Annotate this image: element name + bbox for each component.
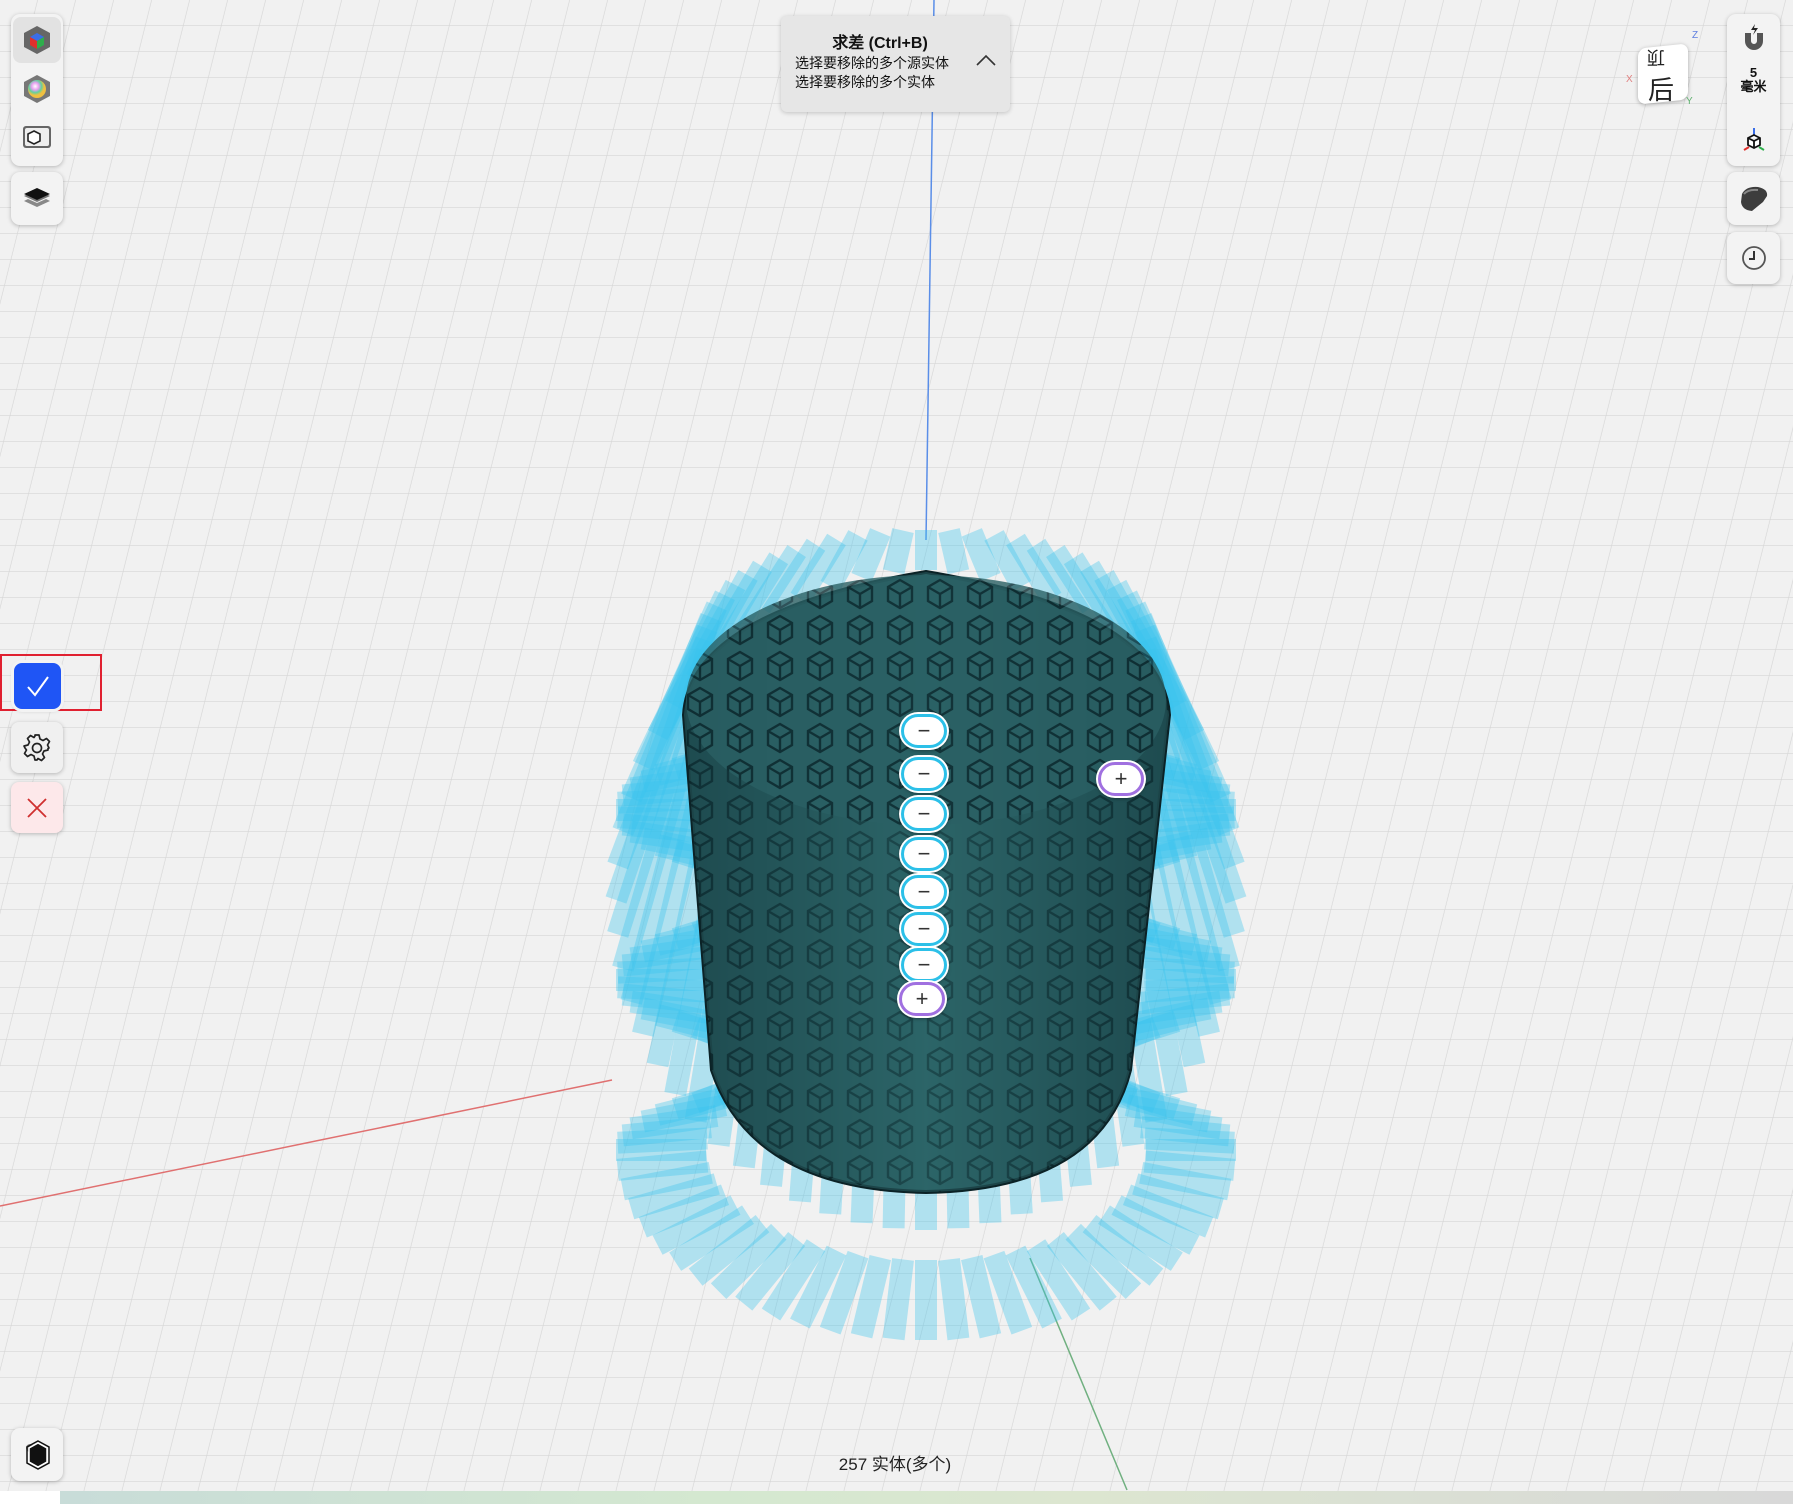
close-icon — [27, 797, 47, 818]
history-panel — [1727, 232, 1780, 284]
cancel-button[interactable] — [11, 782, 63, 833]
coordinate-system-button[interactable] — [1727, 118, 1780, 162]
object-mode-button[interactable] — [11, 1428, 63, 1481]
minus-marker[interactable]: − — [901, 714, 947, 748]
tool-body[interactable] — [938, 528, 970, 575]
view-cube-icon — [24, 26, 50, 54]
left-toolbar — [11, 14, 63, 166]
minus-marker[interactable]: − — [901, 837, 947, 871]
confirm-button[interactable] — [14, 663, 61, 709]
check-icon — [26, 676, 49, 697]
render-mode-icon — [23, 126, 51, 148]
shaded-solid-icon — [1740, 186, 1767, 211]
tool-body[interactable] — [938, 1258, 970, 1341]
x-axis-label: X — [1626, 74, 1633, 85]
snap-value: 5 — [1749, 65, 1758, 80]
color-sphere-icon — [24, 75, 50, 103]
magnet-icon — [1744, 24, 1763, 50]
gear-icon — [23, 733, 51, 761]
minus-marker[interactable]: − — [901, 797, 947, 831]
tool-body[interactable] — [616, 1150, 709, 1181]
render-mode-button[interactable] — [13, 115, 61, 161]
3d-viewport[interactable] — [0, 0, 1793, 1504]
tooltip-title: 求差 (Ctrl+B) — [832, 35, 928, 52]
tool-body[interactable] — [1144, 957, 1235, 984]
tool-body[interactable] — [882, 1258, 914, 1341]
plus-marker[interactable]: + — [899, 982, 945, 1016]
minus-marker[interactable]: − — [901, 948, 947, 982]
right-toolbar: 5 毫米 — [1727, 14, 1780, 166]
plus-marker[interactable]: + — [1098, 762, 1144, 796]
snap-unit: 毫米 — [1740, 79, 1767, 94]
minus-marker[interactable]: − — [901, 912, 947, 946]
z-axis-label: Z — [1692, 30, 1699, 41]
settings-button[interactable] — [11, 722, 63, 773]
tool-body[interactable] — [1144, 1127, 1235, 1154]
nav-cube-back[interactable]: 后 — [1648, 70, 1674, 107]
minus-marker[interactable]: − — [901, 757, 947, 791]
nav-cube-top[interactable]: 顶 — [1647, 45, 1665, 71]
snap-distance-button[interactable]: 5 毫米 — [1727, 60, 1780, 100]
bottom-left-panel — [11, 1428, 63, 1481]
chevron-up-icon[interactable] — [976, 54, 996, 66]
status-text: 257 实体(多个) — [838, 1455, 952, 1474]
tool-body[interactable] — [882, 528, 914, 575]
minus-marker[interactable]: − — [901, 875, 947, 909]
command-tooltip: 求差 (Ctrl+B) 选择要移除的多个源实体 选择要移除的多个实体 — [781, 16, 1010, 112]
nav-cube[interactable]: 顶 后 X Y Z — [1626, 30, 1698, 112]
clock-icon — [1741, 246, 1766, 270]
view-cube-button[interactable] — [13, 17, 61, 63]
shading-button[interactable] — [1727, 172, 1780, 225]
appearance-button[interactable] — [13, 66, 61, 112]
history-button[interactable] — [1727, 232, 1780, 284]
tooltip-line2: 选择要移除的多个实体 — [795, 74, 935, 90]
scene-canvas[interactable] — [0, 0, 1793, 1504]
y-axis-label: Y — [1686, 96, 1693, 107]
snap-toggle-button[interactable] — [1727, 18, 1780, 58]
layers-icon — [24, 187, 50, 207]
taskbar[interactable] — [0, 1491, 1793, 1504]
axes-cube-icon — [1742, 128, 1765, 151]
layers-button[interactable] — [11, 172, 63, 225]
display-mode-panel — [1727, 172, 1780, 225]
solid-hexagon-icon — [26, 1439, 50, 1470]
layers-panel — [11, 172, 63, 225]
